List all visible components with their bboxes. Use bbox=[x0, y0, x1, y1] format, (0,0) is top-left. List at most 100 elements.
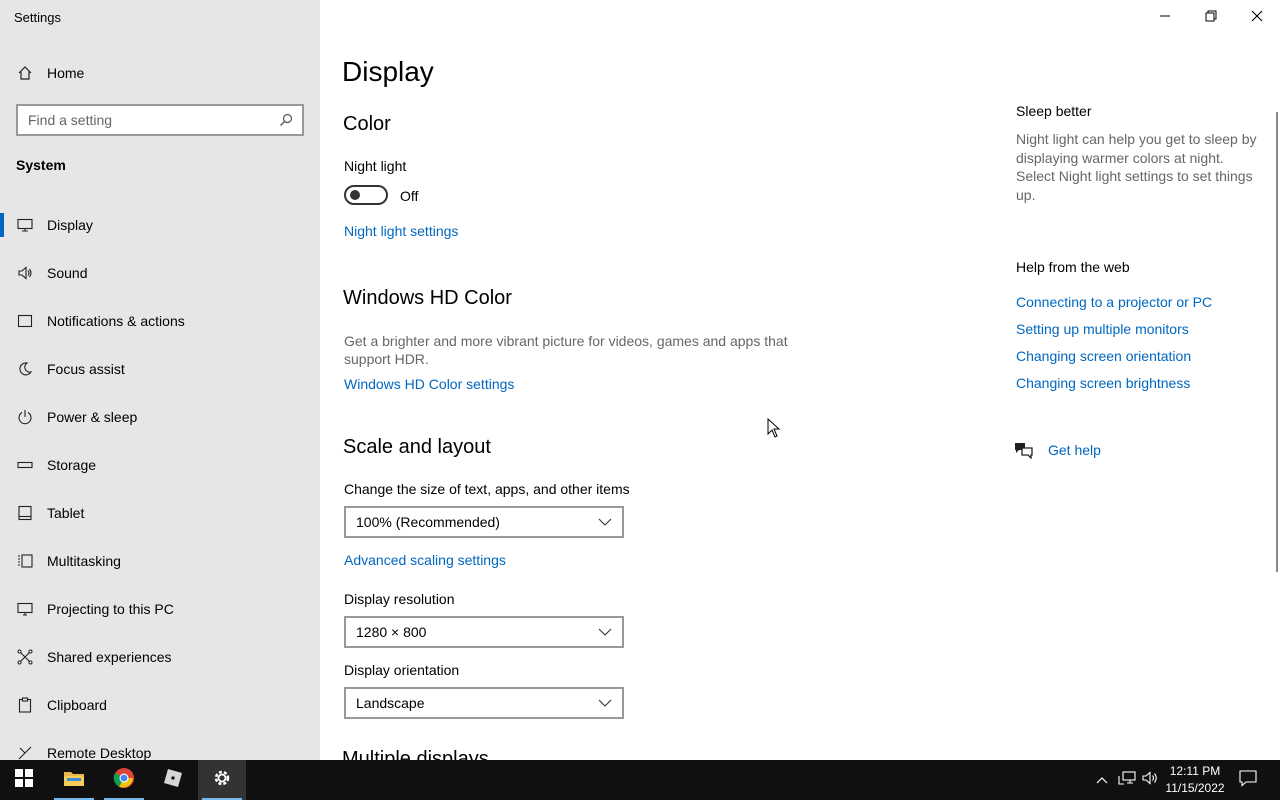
sidebar-item-remote-desktop[interactable]: Remote Desktop bbox=[0, 729, 320, 760]
help-link-projector[interactable]: Connecting to a projector or PC bbox=[1016, 294, 1212, 310]
night-light-label: Night light bbox=[344, 158, 407, 174]
network-button[interactable] bbox=[1116, 760, 1138, 800]
scale-size-dropdown[interactable]: 100% (Recommended) bbox=[344, 506, 624, 538]
start-icon bbox=[15, 768, 33, 792]
sidebar-item-label: Power & sleep bbox=[47, 409, 138, 425]
search-icon[interactable] bbox=[278, 112, 294, 128]
chevron-down-icon bbox=[598, 627, 612, 637]
chat-bubbles-icon bbox=[1014, 440, 1034, 460]
sleep-better-heading: Sleep better bbox=[1016, 103, 1092, 119]
sidebar-item-label: Remote Desktop bbox=[47, 745, 152, 760]
chevron-up-icon bbox=[1096, 771, 1108, 789]
nav-list: Display Sound Notifications & actions Fo… bbox=[0, 201, 320, 760]
scale-size-label: Change the size of text, apps, and other… bbox=[344, 481, 630, 497]
chrome-icon bbox=[113, 767, 135, 794]
help-web-heading: Help from the web bbox=[1016, 259, 1130, 275]
storage-icon bbox=[16, 456, 34, 474]
help-link-orientation[interactable]: Changing screen orientation bbox=[1016, 348, 1191, 364]
notification-icon bbox=[16, 312, 34, 330]
get-help-label: Get help bbox=[1048, 442, 1101, 458]
volume-button[interactable] bbox=[1140, 760, 1162, 800]
clock-time: 12:11 PM bbox=[1169, 764, 1221, 778]
speaker-icon bbox=[16, 264, 34, 282]
sidebar-item-label: Tablet bbox=[47, 505, 85, 521]
taskbar-clock[interactable]: 12:11 PM 11/15/2022 bbox=[1162, 763, 1228, 797]
sidebar-item-label: Storage bbox=[47, 457, 97, 473]
nav-home[interactable]: Home bbox=[0, 56, 320, 90]
home-icon bbox=[16, 64, 34, 82]
sidebar-item-shared-experiences[interactable]: Shared experiences bbox=[0, 633, 320, 681]
taskbar-file-explorer[interactable] bbox=[50, 760, 98, 800]
remote-desktop-icon bbox=[16, 744, 34, 760]
settings-gear-icon bbox=[212, 768, 232, 793]
hdr-description: Get a brighter and more vibrant picture … bbox=[344, 333, 788, 367]
scale-size-value: 100% (Recommended) bbox=[356, 514, 500, 530]
sidebar-item-projecting[interactable]: Projecting to this PC bbox=[0, 585, 320, 633]
hdr-heading: Windows HD Color bbox=[343, 287, 512, 309]
action-center-icon bbox=[1239, 769, 1257, 792]
sidebar-item-storage[interactable]: Storage bbox=[0, 441, 320, 489]
sidebar-item-label: Notifications & actions bbox=[47, 313, 185, 329]
section-label: System bbox=[16, 157, 66, 173]
sidebar-item-clipboard[interactable]: Clipboard bbox=[0, 681, 320, 729]
sidebar-item-label: Focus assist bbox=[47, 361, 125, 377]
taskbar-roblox[interactable] bbox=[149, 760, 197, 800]
monitor-icon bbox=[16, 216, 34, 234]
sidebar-item-label: Display bbox=[47, 217, 93, 233]
scrollbar[interactable] bbox=[1276, 112, 1278, 572]
orientation-label: Display orientation bbox=[344, 662, 460, 678]
color-heading: Color bbox=[343, 113, 391, 135]
advanced-scaling-link[interactable]: Advanced scaling settings bbox=[344, 552, 506, 568]
sidebar-item-label: Multitasking bbox=[47, 553, 121, 569]
projecting-icon bbox=[16, 600, 34, 618]
sidebar: Settings Home System Display Sound Notif… bbox=[0, 0, 320, 760]
mouse-cursor-icon bbox=[767, 417, 781, 443]
nav-home-label: Home bbox=[47, 65, 85, 81]
app-title: Settings bbox=[14, 10, 61, 25]
search-input[interactable] bbox=[18, 112, 278, 128]
taskbar-chrome[interactable] bbox=[100, 760, 148, 800]
resolution-value: 1280 × 800 bbox=[356, 624, 427, 640]
scale-heading: Scale and layout bbox=[343, 436, 491, 458]
action-center-button[interactable] bbox=[1236, 760, 1260, 800]
file-explorer-icon bbox=[63, 769, 85, 792]
network-icon bbox=[1118, 770, 1136, 791]
night-light-settings-link[interactable]: Night light settings bbox=[344, 223, 458, 239]
toggle-knob bbox=[350, 190, 360, 200]
sidebar-item-display[interactable]: Display bbox=[0, 201, 320, 249]
sidebar-item-power-sleep[interactable]: Power & sleep bbox=[0, 393, 320, 441]
get-help-button[interactable]: Get help bbox=[1014, 440, 1101, 460]
sidebar-item-multitasking[interactable]: Multitasking bbox=[0, 537, 320, 585]
tablet-icon bbox=[16, 504, 34, 522]
help-link-brightness[interactable]: Changing screen brightness bbox=[1016, 375, 1190, 391]
chevron-down-icon bbox=[598, 698, 612, 708]
sidebar-item-label: Sound bbox=[47, 265, 88, 281]
sidebar-item-label: Clipboard bbox=[47, 697, 107, 713]
sleep-better-text: Night light can help you get to sleep by… bbox=[1016, 131, 1257, 203]
chevron-down-icon bbox=[598, 517, 612, 527]
night-light-toggle[interactable] bbox=[344, 185, 388, 205]
multiple-displays-heading: Multiple displays bbox=[342, 748, 489, 760]
night-light-state: Off bbox=[400, 188, 419, 204]
sidebar-item-label: Projecting to this PC bbox=[47, 601, 174, 617]
sidebar-item-label: Shared experiences bbox=[47, 649, 172, 665]
resolution-label: Display resolution bbox=[344, 591, 455, 607]
start-button[interactable] bbox=[0, 760, 48, 800]
sidebar-item-notifications[interactable]: Notifications & actions bbox=[0, 297, 320, 345]
resolution-dropdown[interactable]: 1280 × 800 bbox=[344, 616, 624, 648]
orientation-dropdown[interactable]: Landscape bbox=[344, 687, 624, 719]
clock-date: 11/15/2022 bbox=[1165, 781, 1225, 795]
page-title: Display bbox=[342, 56, 434, 87]
search-box[interactable] bbox=[16, 104, 304, 136]
multitasking-icon bbox=[16, 552, 34, 570]
taskbar-settings[interactable] bbox=[198, 760, 246, 800]
sidebar-item-tablet[interactable]: Tablet bbox=[0, 489, 320, 537]
sidebar-item-focus-assist[interactable]: Focus assist bbox=[0, 345, 320, 393]
shared-icon bbox=[16, 648, 34, 666]
tray-overflow-button[interactable] bbox=[1092, 760, 1112, 800]
hdr-settings-link[interactable]: Windows HD Color settings bbox=[344, 376, 514, 392]
help-link-multiple-monitors[interactable]: Setting up multiple monitors bbox=[1016, 321, 1189, 337]
taskbar: 12:11 PM 11/15/2022 bbox=[0, 760, 1280, 800]
clipboard-icon bbox=[16, 696, 34, 714]
sidebar-item-sound[interactable]: Sound bbox=[0, 249, 320, 297]
